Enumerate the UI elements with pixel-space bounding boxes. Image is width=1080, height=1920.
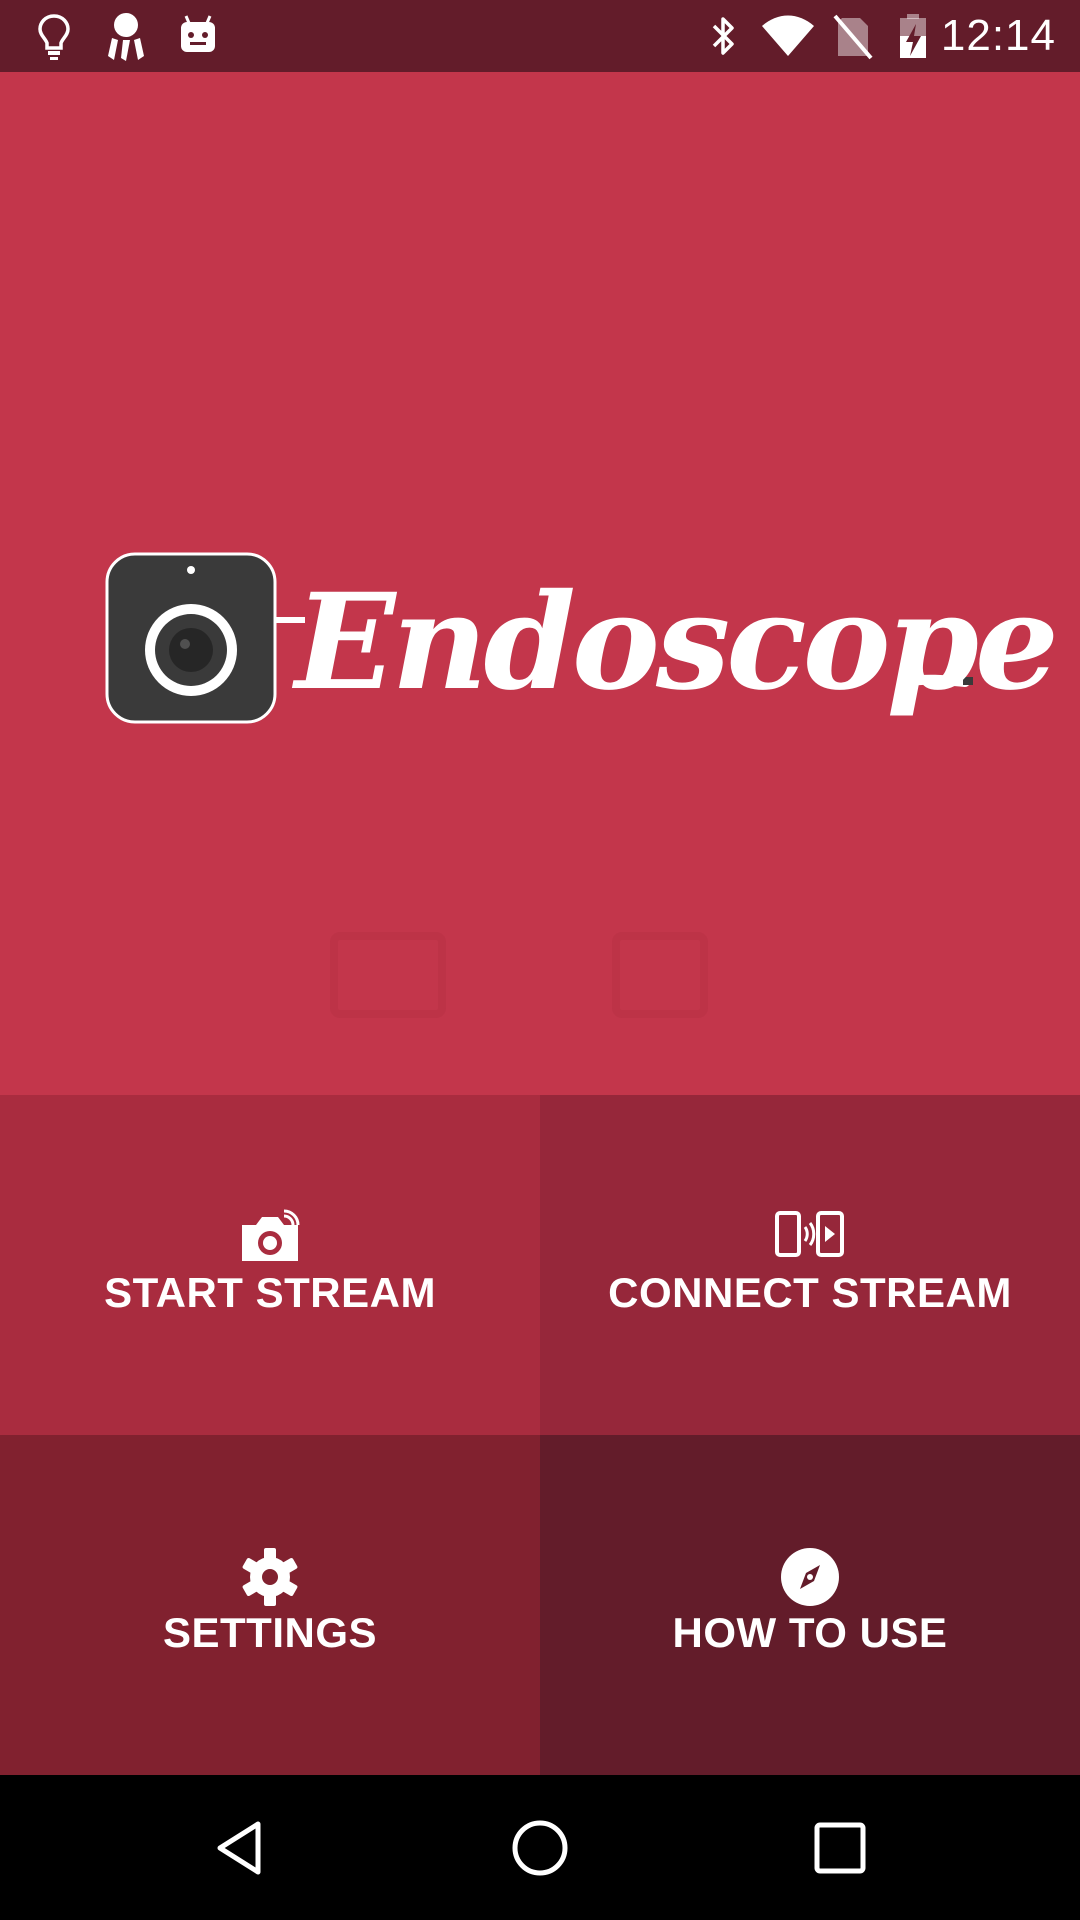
connect-stream-label: CONNECT STREAM bbox=[608, 1269, 1012, 1316]
no-sim-icon bbox=[833, 14, 873, 60]
start-stream-button[interactable]: START STREAM bbox=[0, 1095, 540, 1435]
recents-icon bbox=[814, 1822, 866, 1873]
ghost-device-left bbox=[330, 932, 446, 1018]
bluetooth-icon bbox=[712, 17, 734, 55]
status-clock: 12:14 bbox=[940, 11, 1056, 60]
navigation-bar bbox=[0, 1775, 1080, 1920]
home-button[interactable] bbox=[450, 1775, 630, 1920]
app-screen: 12:14 Endoscope START STREAM CONNECT STR… bbox=[0, 0, 1080, 1920]
dreamcatcher-icon bbox=[108, 13, 144, 61]
start-stream-label: START STREAM bbox=[104, 1269, 436, 1316]
recents-button[interactable] bbox=[750, 1775, 930, 1920]
back-button[interactable] bbox=[150, 1775, 330, 1920]
android-robot-icon bbox=[181, 15, 215, 52]
status-bar: 12:14 bbox=[0, 0, 1080, 72]
phone-connect-icon bbox=[775, 1211, 844, 1257]
ghost-device-right bbox=[612, 932, 708, 1018]
logo-wordmark: Endoscope bbox=[295, 565, 1059, 720]
compass-icon bbox=[781, 1548, 839, 1606]
home-icon bbox=[512, 1820, 568, 1875]
camera-stream-icon bbox=[242, 1209, 300, 1261]
settings-button[interactable]: SETTINGS bbox=[0, 1435, 540, 1775]
connect-stream-button[interactable]: CONNECT STREAM bbox=[540, 1095, 1080, 1435]
battery-charging-icon bbox=[900, 14, 926, 58]
how-to-use-label: HOW TO USE bbox=[672, 1609, 948, 1656]
back-icon bbox=[217, 1821, 261, 1874]
gear-icon bbox=[242, 1548, 298, 1606]
wifi-icon bbox=[762, 15, 814, 56]
app-logo: Endoscope bbox=[105, 550, 1059, 770]
lightbulb-icon bbox=[38, 14, 70, 60]
settings-label: SETTINGS bbox=[162, 1609, 378, 1656]
hero-banner: Endoscope bbox=[0, 72, 1080, 1095]
how-to-use-button[interactable]: HOW TO USE bbox=[540, 1435, 1080, 1775]
